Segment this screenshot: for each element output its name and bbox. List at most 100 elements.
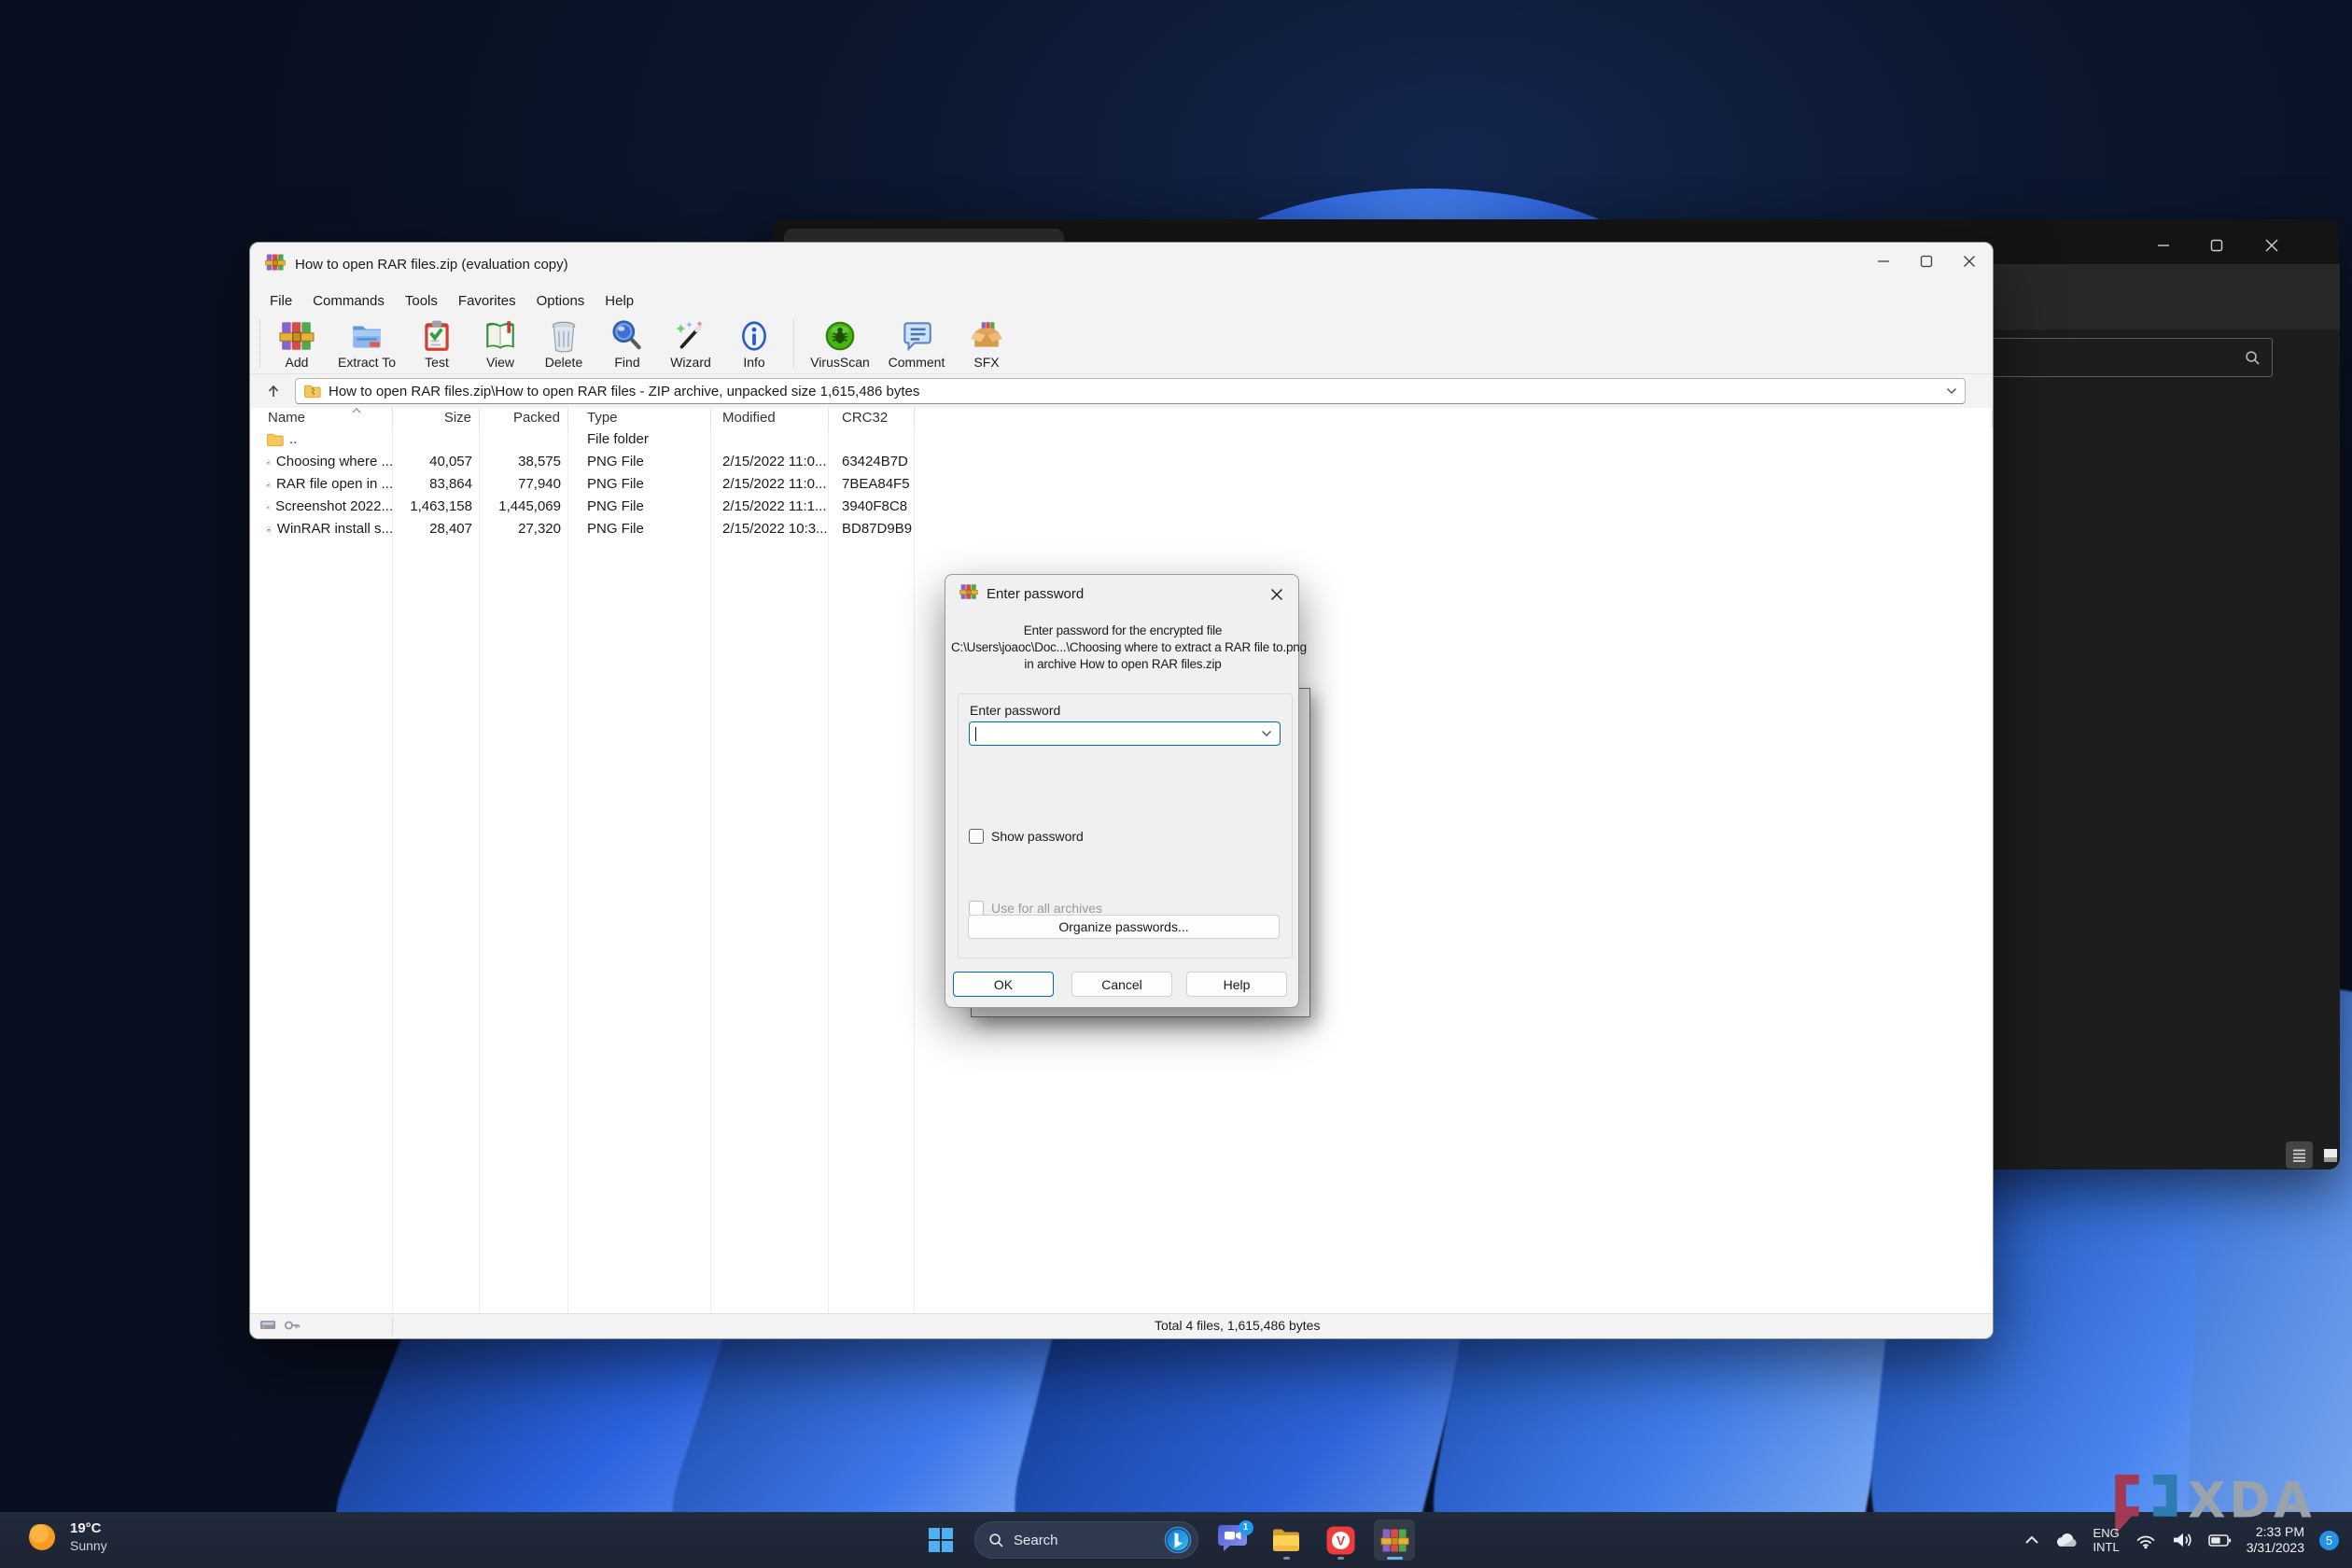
dialog-message-line3: in archive How to open RAR files.zip — [1024, 657, 1222, 671]
menu-favorites[interactable]: Favorites — [448, 289, 526, 313]
table-row[interactable]: WinRAR install s... 28,407 27,320 PNG Fi… — [251, 518, 1993, 540]
active-indicator — [1386, 1557, 1403, 1560]
test-button[interactable]: Test — [405, 316, 469, 370]
dialog-message-line1: Enter password for the encrypted file — [1023, 623, 1223, 637]
start-button[interactable] — [920, 1519, 961, 1561]
column-header-packed[interactable]: Packed — [480, 408, 568, 428]
weather-widget[interactable]: 19°C Sunny — [26, 1519, 107, 1554]
speaker-icon[interactable] — [2172, 1531, 2193, 1549]
tray-chevron-up-icon[interactable] — [2024, 1535, 2039, 1545]
wifi-icon[interactable] — [2135, 1531, 2157, 1549]
column-headers: Name Size Packed Type Modified CRC32 — [251, 408, 1993, 428]
column-header-name[interactable]: Name — [251, 408, 393, 428]
extract-to-button[interactable]: Extract To — [329, 316, 405, 370]
text-caret — [975, 726, 976, 741]
cancel-button[interactable]: Cancel — [1071, 972, 1172, 997]
chevron-down-icon[interactable] — [1946, 387, 1957, 395]
delete-icon — [552, 321, 576, 353]
sort-ascending-icon — [352, 408, 361, 413]
close-button[interactable] — [1948, 243, 1991, 280]
column-header-size[interactable]: Size — [393, 408, 480, 428]
organize-passwords-button[interactable]: Organize passwords... — [968, 915, 1280, 939]
column-gridline — [479, 408, 480, 1338]
use-for-all-archives-checkbox[interactable] — [969, 901, 984, 916]
menu-file[interactable]: File — [259, 289, 302, 313]
menu-tools[interactable]: Tools — [395, 289, 448, 313]
search-icon — [989, 1533, 1003, 1547]
menu-commands[interactable]: Commands — [302, 289, 395, 313]
comment-button[interactable]: Comment — [878, 316, 955, 370]
status-divider — [392, 1317, 393, 1336]
column-header-crc32[interactable]: CRC32 — [829, 408, 915, 428]
time: 2:33 PM — [2255, 1524, 2304, 1539]
png-file-icon — [266, 525, 272, 532]
winrar-taskbar-icon[interactable] — [1374, 1519, 1415, 1561]
wizard-button[interactable]: Wizard — [659, 316, 722, 370]
column-gridline — [392, 408, 393, 1338]
file-explorer-icon[interactable] — [1266, 1519, 1307, 1561]
view-button[interactable]: View — [469, 316, 532, 370]
table-row[interactable]: .. File folder — [251, 428, 1993, 451]
up-directory-button[interactable] — [259, 379, 287, 403]
large-icons-view-button[interactable] — [2317, 1141, 2340, 1169]
taskbar-search[interactable]: Search — [974, 1521, 1198, 1559]
table-row[interactable]: Choosing where ... 40,057 38,575 PNG Fil… — [251, 451, 1993, 473]
dialog-title: Enter password — [987, 585, 1085, 602]
wizard-icon — [676, 320, 703, 349]
table-row[interactable]: RAR file open in ... 83,864 77,940 PNG F… — [251, 473, 1993, 496]
dialog-titlebar[interactable]: Enter password — [945, 575, 1298, 612]
language-indicator[interactable]: ENG INTL — [2093, 1526, 2120, 1554]
windows-logo-icon — [929, 1528, 953, 1552]
clock[interactable]: 2:33 PM 3/31/2023 — [2247, 1524, 2304, 1556]
folder-up-icon — [267, 433, 284, 447]
ok-button[interactable]: OK — [953, 972, 1054, 997]
menu-help[interactable]: Help — [595, 289, 644, 313]
find-button[interactable]: Find — [595, 316, 659, 370]
drive-icon — [259, 1321, 276, 1329]
explorer-maximize-button[interactable] — [2204, 232, 2230, 259]
address-combobox[interactable]: How to open RAR files.zip\How to open RA… — [295, 378, 1966, 404]
column-header-modified[interactable]: Modified — [711, 408, 829, 428]
running-indicator — [1282, 1557, 1290, 1560]
show-password-checkbox[interactable] — [969, 829, 984, 844]
winrar-titlebar[interactable]: How to open RAR files.zip (evaluation co… — [250, 243, 1993, 286]
onedrive-cloud-icon[interactable] — [2054, 1532, 2079, 1548]
menu-options[interactable]: Options — [526, 289, 595, 313]
password-input[interactable] — [969, 721, 1281, 746]
notification-count-badge[interactable]: 5 — [2319, 1530, 2339, 1550]
column-header-type[interactable]: Type — [568, 408, 711, 428]
column-gridline — [567, 408, 568, 1338]
winrar-icon — [959, 582, 978, 606]
vivaldi-browser-icon[interactable]: V — [1320, 1519, 1361, 1561]
menu-bar: File Commands Tools Favorites Options He… — [250, 286, 1993, 316]
key-icon — [284, 1321, 301, 1329]
battery-icon[interactable] — [2207, 1533, 2232, 1548]
minimize-button[interactable] — [1862, 243, 1905, 280]
table-row[interactable]: Screenshot 2022... 1,463,158 1,445,069 P… — [251, 496, 1993, 518]
status-total: Total 4 files, 1,615,486 bytes — [1155, 1318, 1321, 1333]
explorer-minimize-button[interactable] — [2150, 232, 2177, 259]
use-for-all-archives-label: Use for all archives — [991, 901, 1103, 916]
address-bar: How to open RAR files.zip\How to open RA… — [250, 374, 1993, 408]
png-file-icon — [266, 459, 271, 465]
delete-button[interactable]: Delete — [532, 316, 595, 370]
chevron-down-icon[interactable] — [1261, 730, 1272, 737]
enter-password-dialog: Enter password Enter password for the en… — [945, 574, 1307, 1008]
virusscan-button[interactable]: VirusScan — [802, 316, 878, 370]
info-icon — [742, 321, 766, 351]
view-icon — [486, 321, 514, 349]
sfx-button[interactable]: SFX — [955, 316, 1018, 370]
search-icon — [2246, 350, 2260, 365]
details-view-button[interactable] — [2286, 1141, 2313, 1169]
help-button[interactable]: Help — [1186, 972, 1287, 997]
info-button[interactable]: Info — [722, 316, 786, 370]
comment-icon — [903, 322, 931, 352]
column-gridline — [828, 408, 829, 1338]
chat-app-icon[interactable]: 1 — [1211, 1519, 1253, 1561]
winrar-icon — [265, 252, 286, 277]
add-button[interactable]: Add — [265, 316, 329, 370]
maximize-button[interactable] — [1905, 243, 1948, 280]
explorer-close-button[interactable] — [2259, 232, 2285, 259]
dialog-close-button[interactable] — [1268, 586, 1285, 603]
png-file-icon — [266, 504, 270, 510]
